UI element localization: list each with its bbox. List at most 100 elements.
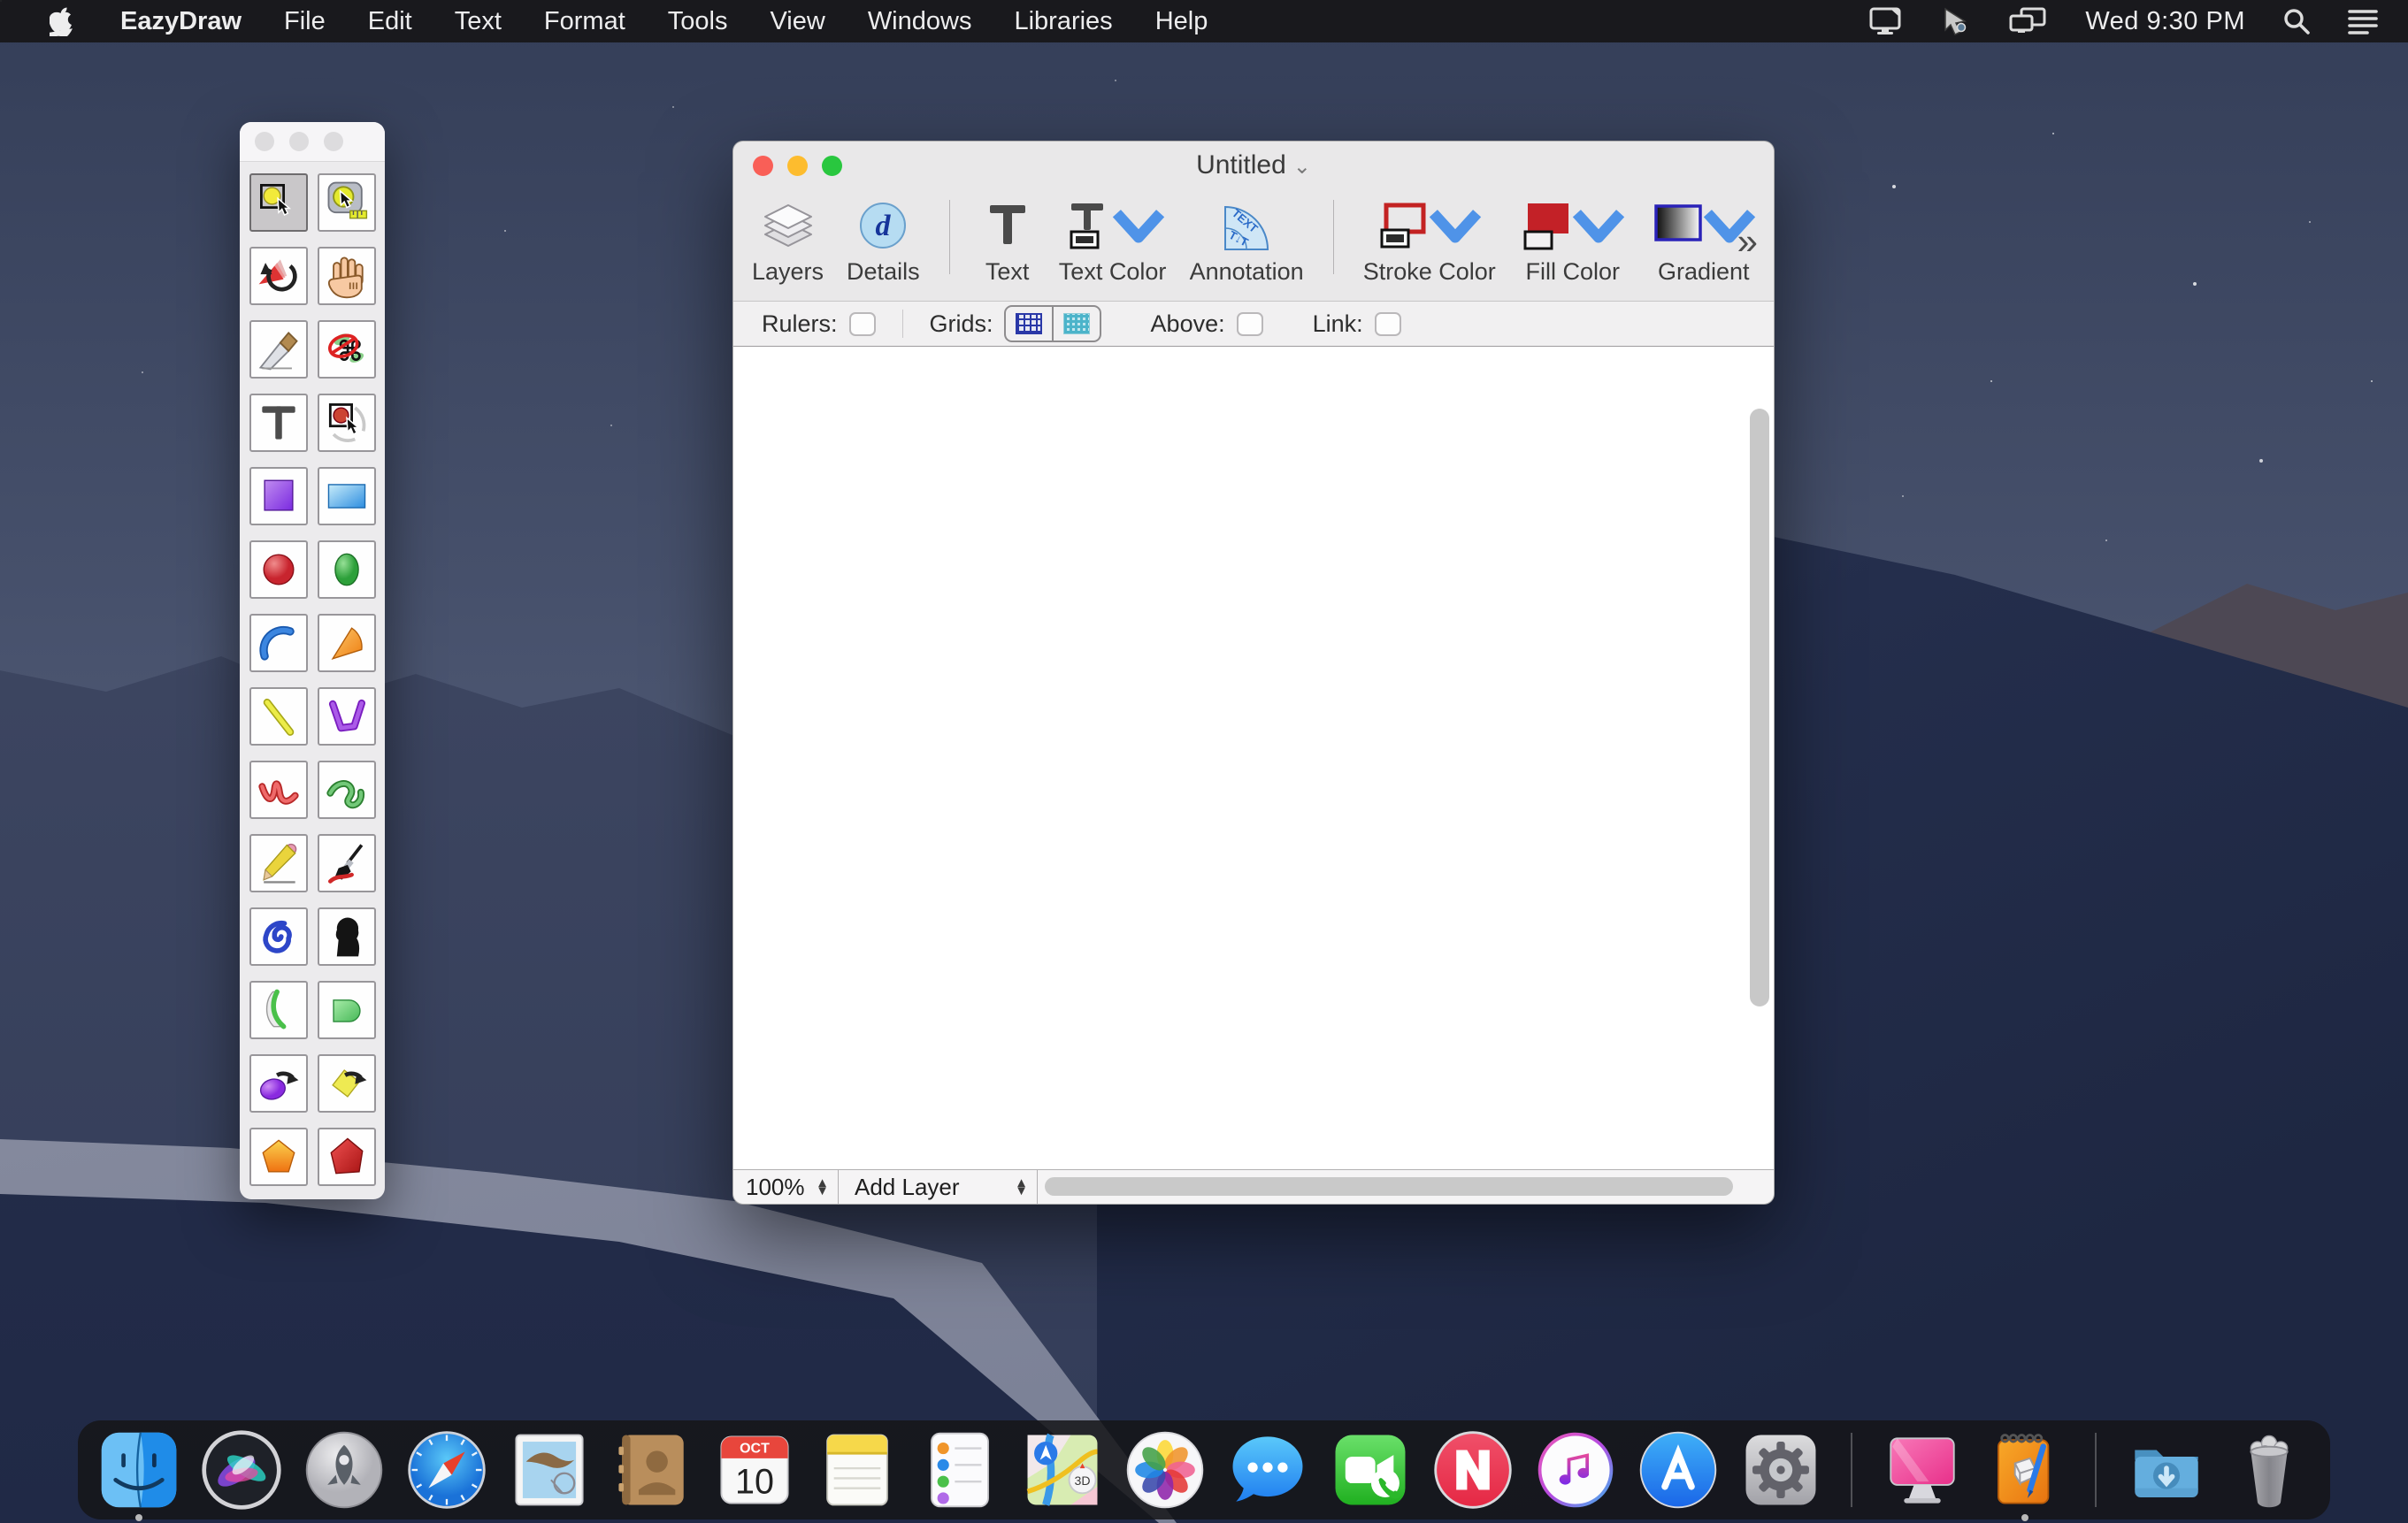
title-chevron-icon[interactable]: ⌄	[1293, 155, 1311, 179]
dock-safari[interactable]	[405, 1428, 488, 1512]
dock-siri[interactable]	[200, 1428, 283, 1512]
dock-cleanmymac[interactable]	[1881, 1428, 1964, 1512]
pencil-tool[interactable]	[249, 834, 308, 892]
toolbar-stroke-color-button[interactable]: Stroke Color	[1352, 193, 1507, 286]
toolbar-overflow-button[interactable]: »	[1737, 223, 1758, 260]
dock-mail[interactable]	[508, 1428, 591, 1512]
layer-menu[interactable]: Add Layer ▲▼	[839, 1170, 1037, 1204]
dock-calendar[interactable]: OCT10	[713, 1428, 796, 1512]
rounded-end-rectangle-tool[interactable]	[318, 981, 376, 1039]
grids-label: Grids:	[930, 310, 993, 338]
menu-tools[interactable]: Tools	[647, 7, 749, 36]
menu-clock[interactable]: Wed 9:30 PM	[2085, 7, 2245, 36]
close-button[interactable]	[753, 156, 773, 176]
menu-list-icon[interactable]	[2348, 8, 2378, 34]
display-mirror-icon[interactable]	[1869, 7, 1905, 35]
menu-libraries[interactable]: Libraries	[993, 7, 1133, 36]
curve-tool[interactable]	[249, 761, 308, 819]
pie-wedge-tool[interactable]	[318, 614, 376, 672]
toolbar-text-button[interactable]: Text	[968, 193, 1047, 286]
search-icon[interactable]	[2282, 7, 2311, 35]
menu-app-name[interactable]: EazyDraw	[99, 7, 263, 36]
menu-file[interactable]: File	[263, 7, 347, 36]
select-tool[interactable]	[249, 173, 308, 232]
dock-photos[interactable]	[1123, 1428, 1207, 1512]
svg-text:10: 10	[735, 1462, 774, 1501]
toolbar-annotation-button[interactable]: TEXTT↓TAnnotation	[1178, 193, 1315, 286]
dock-finder[interactable]	[97, 1428, 180, 1512]
zoom-button[interactable]	[822, 156, 842, 176]
toolbar-fill-color-button[interactable]: Fill Color	[1507, 193, 1638, 286]
polyline-tool[interactable]	[318, 687, 376, 746]
toolbar-details-button[interactable]: dDetails	[835, 193, 932, 286]
teal-grid-button[interactable]	[1052, 307, 1100, 341]
cursor-icon[interactable]	[1942, 7, 1972, 35]
orange-pentagon-tool[interactable]	[249, 1128, 308, 1186]
rotate-undo-tool[interactable]	[249, 247, 308, 305]
crescent-tool[interactable]	[249, 981, 308, 1039]
window-toolbar: LayersdDetails TextText ColorTEXTT↓TAnnot…	[733, 189, 1774, 302]
zoom-stepper-arrows[interactable]: ▲▼	[816, 1179, 838, 1196]
blue-grid-button[interactable]	[1006, 307, 1052, 341]
freehand-curve-tool[interactable]	[318, 761, 376, 819]
menu-help[interactable]: Help	[1134, 7, 1230, 36]
vertical-scrollbar[interactable]	[1750, 409, 1769, 1006]
red-polygon-tool[interactable]	[318, 1128, 376, 1186]
dock-app-store[interactable]	[1637, 1428, 1720, 1512]
menu-text[interactable]: Text	[433, 7, 523, 36]
dock-eazydraw[interactable]	[1983, 1428, 2067, 1512]
dock-contacts[interactable]	[610, 1428, 694, 1512]
text-tool[interactable]	[249, 394, 308, 452]
dock-messages[interactable]	[1226, 1428, 1309, 1512]
line-tool[interactable]	[249, 687, 308, 746]
toolbar-layers-button[interactable]: Layers	[740, 193, 835, 286]
palette-minimize-button[interactable]	[289, 132, 309, 151]
dock-reminders[interactable]	[918, 1428, 1001, 1512]
arc-tool[interactable]	[249, 614, 308, 672]
dock-downloads[interactable]	[2125, 1428, 2208, 1512]
dock-launchpad[interactable]	[303, 1428, 386, 1512]
dock-trash[interactable]	[2228, 1428, 2311, 1512]
no-command-tool[interactable]: ⌘	[318, 320, 376, 379]
palette-zoom-button[interactable]	[324, 132, 343, 151]
brush-tool[interactable]	[318, 834, 376, 892]
toolbar-text-color-button[interactable]: Text Color	[1047, 193, 1178, 286]
dock-maps[interactable]: 3D	[1021, 1428, 1104, 1512]
horizontal-scrollbar-track[interactable]	[1038, 1170, 1774, 1204]
dock-notes[interactable]	[816, 1428, 899, 1512]
menu-edit[interactable]: Edit	[347, 7, 433, 36]
dock-system-preferences[interactable]	[1739, 1428, 1822, 1512]
menu-windows[interactable]: Windows	[847, 7, 993, 36]
dock-itunes[interactable]	[1534, 1428, 1617, 1512]
horizontal-scrollbar[interactable]	[1045, 1177, 1733, 1196]
rulers-checkbox[interactable]	[849, 312, 876, 336]
rotate-ellipse-tool[interactable]	[249, 1054, 308, 1113]
circle-tool[interactable]	[249, 540, 308, 599]
window-title-bar[interactable]: Untitled⌄	[733, 142, 1774, 189]
spiral-tool[interactable]	[249, 907, 308, 966]
pan-hand-tool[interactable]	[318, 247, 376, 305]
dock-facetime[interactable]	[1329, 1428, 1412, 1512]
measure-tool[interactable]	[318, 173, 376, 232]
link-checkbox[interactable]	[1375, 312, 1401, 336]
ellipse-tool[interactable]	[318, 540, 376, 599]
zoom-stepper[interactable]: 100% ▲▼	[733, 1170, 838, 1204]
menu-format[interactable]: Format	[523, 7, 647, 36]
drawing-canvas[interactable]	[733, 347, 1774, 1169]
blue-rectangle-tool[interactable]	[318, 467, 376, 525]
layer-stepper-arrows[interactable]: ▲▼	[1015, 1179, 1037, 1196]
minimize-button[interactable]	[787, 156, 808, 176]
target-select-tool[interactable]	[318, 394, 376, 452]
dock-news[interactable]	[1431, 1428, 1515, 1512]
palette-title-bar[interactable]	[240, 122, 385, 162]
knife-tool[interactable]	[249, 320, 308, 379]
purple-rectangle-tool[interactable]	[249, 467, 308, 525]
palette-close-button[interactable]	[255, 132, 274, 151]
apple-menu-icon[interactable]	[27, 6, 99, 36]
rotate-square-tool[interactable]	[318, 1054, 376, 1113]
above-checkbox[interactable]	[1237, 312, 1263, 336]
silhouette-tool[interactable]	[318, 907, 376, 966]
menu-view[interactable]: View	[748, 7, 846, 36]
toolbar-annotation-label: Annotation	[1190, 258, 1304, 286]
dual-display-icon[interactable]	[2009, 7, 2048, 35]
